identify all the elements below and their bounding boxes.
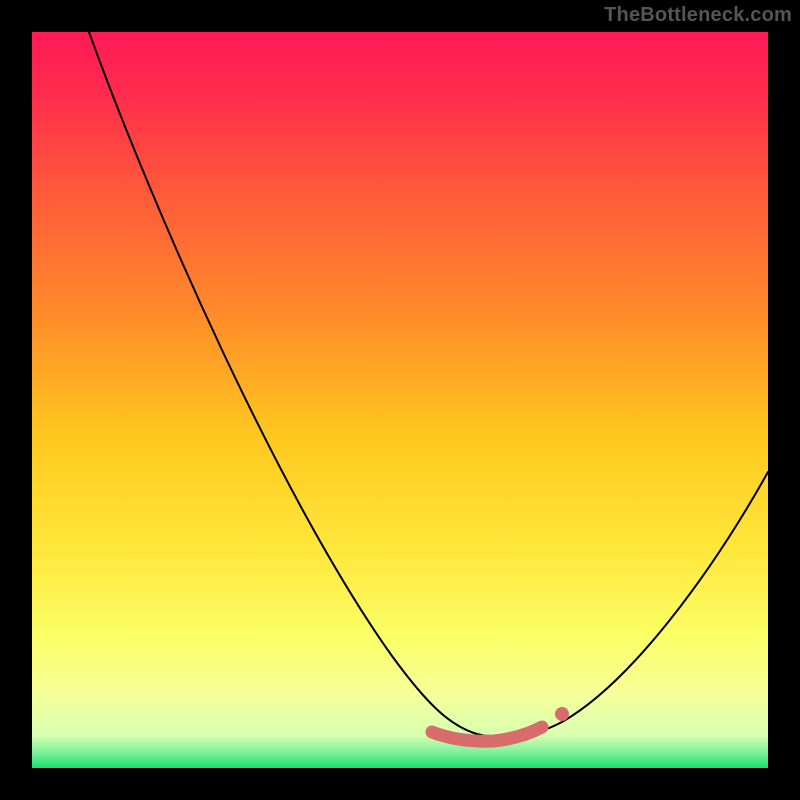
gradient-background [32,32,768,768]
chart-svg [32,32,768,768]
chart-frame: TheBottleneck.com [0,0,800,800]
highlight-dot [555,707,569,721]
watermark-text: TheBottleneck.com [604,4,792,27]
plot-area [32,32,768,768]
